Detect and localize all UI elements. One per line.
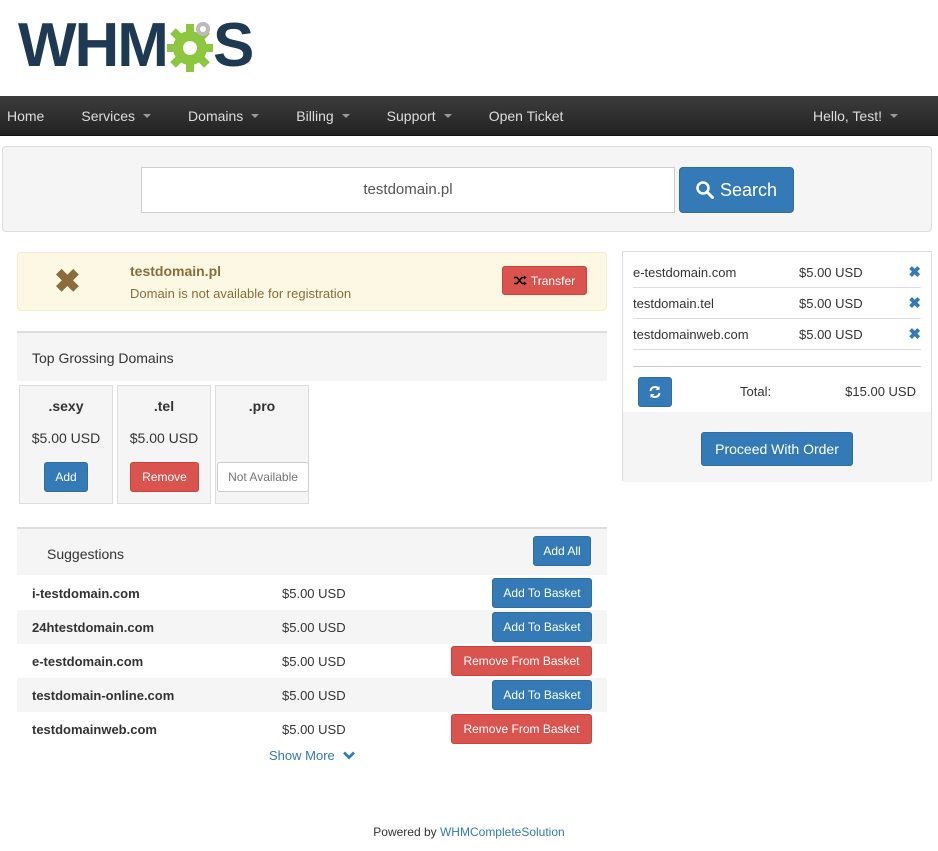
suggestion-row: testdomainweb.com $5.00 USD Remove From …: [17, 712, 607, 746]
caret-down-icon: [143, 113, 152, 118]
top-grossing-header: Top Grossing Domains: [17, 331, 607, 381]
nav-domains[interactable]: Domains: [188, 96, 274, 136]
unavailable-message: Domain is not available for registration: [130, 286, 352, 301]
top-grossing-title: Top Grossing Domains: [32, 350, 174, 366]
add-to-basket-button[interactable]: Add To Basket: [492, 680, 592, 710]
suggestion-domain: testdomainweb.com: [32, 722, 157, 737]
remove-item-icon[interactable]: ✖: [908, 325, 921, 343]
tld-name: .sexy: [48, 398, 84, 414]
nav-home[interactable]: Home: [7, 96, 59, 136]
add-tld-button[interactable]: Add: [44, 462, 88, 492]
remove-item-icon[interactable]: ✖: [908, 263, 921, 281]
cart-item-domain: e-testdomain.com: [633, 265, 737, 280]
nav-open-ticket[interactable]: Open Ticket: [489, 96, 579, 136]
not-available-button: Not Available: [217, 462, 309, 492]
add-to-basket-button[interactable]: Add To Basket: [492, 578, 592, 608]
tld-price: $5.00 USD: [31, 430, 101, 446]
cross-icon: ✖: [54, 263, 81, 299]
suggestion-row: 24htestdomain.com $5.00 USD Add To Baske…: [17, 610, 607, 644]
gear-logo-icon: [166, 22, 213, 72]
suggestion-price: $5.00 USD: [282, 654, 346, 669]
tld-card-sexy: .sexy $5.00 USD Add: [19, 385, 113, 504]
suggestion-price: $5.00 USD: [282, 722, 346, 737]
cart-item-price: $5.00 USD: [799, 327, 863, 342]
search-button[interactable]: Search: [679, 167, 794, 213]
domain-search-panel: testdomain.pl Search: [2, 146, 932, 232]
suggestion-domain: i-testdomain.com: [32, 586, 140, 601]
cart-footer: Proceed With Order: [623, 412, 931, 482]
nav-services[interactable]: Services: [81, 96, 166, 136]
show-more-link[interactable]: Show More: [269, 748, 355, 763]
cart-item-price: $5.00 USD: [799, 265, 863, 280]
nav-domains-label: Domains: [188, 107, 244, 124]
domain-unavailable-alert: ✖ testdomain.pl Domain is not available …: [17, 252, 607, 311]
cart-item-domain: testdomainweb.com: [633, 327, 749, 342]
tld-name: .pro: [248, 398, 276, 414]
tld-name: .tel: [153, 398, 175, 414]
suggestion-row: e-testdomain.com $5.00 USD Remove From B…: [17, 644, 607, 678]
remove-tld-button[interactable]: Remove: [130, 462, 199, 492]
transfer-button[interactable]: Transfer: [502, 266, 587, 295]
total-value: $15.00 USD: [845, 384, 916, 399]
page-footer: Powered by WHMCompleteSolution: [0, 825, 938, 839]
suggestion-price: $5.00 USD: [282, 586, 346, 601]
footer-powered-by: Powered by: [373, 825, 440, 839]
whmcs-logo[interactable]: WHM S: [18, 11, 254, 80]
search-button-label: Search: [719, 179, 778, 200]
suggestions-header: Suggestions Add All: [17, 527, 607, 575]
nav-services-label: Services: [81, 107, 136, 124]
suggestion-domain: 24htestdomain.com: [32, 620, 155, 635]
tld-card-pro: .pro Not Available: [215, 385, 309, 504]
nav-support-label: Support: [386, 107, 436, 124]
suggestion-domain: testdomain-online.com: [32, 688, 175, 703]
nav-home-label: Home: [7, 107, 45, 124]
logo-text-right: S: [212, 11, 254, 80]
searched-domain: testdomain.pl: [130, 263, 222, 279]
shuffle-icon: [513, 275, 527, 286]
add-all-button[interactable]: Add All: [533, 536, 591, 566]
suggestions-title: Suggestions: [47, 546, 125, 562]
proceed-with-order-button[interactable]: Proceed With Order: [701, 432, 853, 466]
refresh-cart-button[interactable]: [638, 377, 672, 407]
caret-down-icon: [890, 114, 898, 118]
suggestion-domain: e-testdomain.com: [32, 654, 144, 669]
logo-text-left: WHM: [18, 11, 169, 80]
caret-down-icon: [443, 113, 452, 118]
show-more-label: Show More: [269, 748, 335, 763]
chevron-down-icon: [342, 751, 355, 760]
nav-open-ticket-label: Open Ticket: [488, 107, 564, 124]
nav-support[interactable]: Support: [387, 96, 467, 136]
cart-item-price: $5.00 USD: [799, 296, 863, 311]
transfer-button-label: Transfer: [530, 273, 576, 288]
search-icon: [696, 181, 714, 199]
cart-item: e-testdomain.com $5.00 USD ✖: [633, 258, 921, 288]
nav-user-menu[interactable]: Hello, Test!: [813, 96, 913, 136]
remove-from-basket-button[interactable]: Remove From Basket: [451, 714, 592, 744]
domain-search-input[interactable]: testdomain.pl: [141, 167, 675, 213]
suggestion-price: $5.00 USD: [282, 620, 346, 635]
footer-whmcs-link[interactable]: WHMCompleteSolution: [440, 825, 565, 839]
add-to-basket-button[interactable]: Add To Basket: [492, 612, 592, 642]
cart-divider: [633, 366, 921, 367]
refresh-icon: [649, 386, 661, 398]
cart-item: testdomain.tel $5.00 USD ✖: [633, 289, 921, 319]
total-label: Total:: [740, 384, 772, 399]
suggestion-row: testdomain-online.com $5.00 USD Add To B…: [17, 678, 607, 712]
remove-item-icon[interactable]: ✖: [908, 294, 921, 312]
tld-price: $5.00 USD: [129, 430, 199, 446]
nav-billing[interactable]: Billing: [296, 96, 364, 136]
cart-item-domain: testdomain.tel: [633, 296, 714, 311]
order-summary-cart: e-testdomain.com $5.00 USD ✖ testdomain.…: [622, 251, 932, 482]
nav-user-label: Hello, Test!: [813, 108, 882, 124]
caret-down-icon: [251, 113, 260, 118]
cart-item: testdomainweb.com $5.00 USD ✖: [633, 320, 921, 350]
main-navbar: Home Services Domains Billing Support Op…: [0, 96, 938, 136]
caret-down-icon: [341, 113, 350, 118]
remove-from-basket-button[interactable]: Remove From Basket: [451, 646, 592, 676]
nav-billing-label: Billing: [296, 107, 334, 124]
suggestion-price: $5.00 USD: [282, 688, 346, 703]
tld-card-tel: .tel $5.00 USD Remove: [117, 385, 211, 504]
suggestion-row: i-testdomain.com $5.00 USD Add To Basket: [17, 576, 607, 610]
